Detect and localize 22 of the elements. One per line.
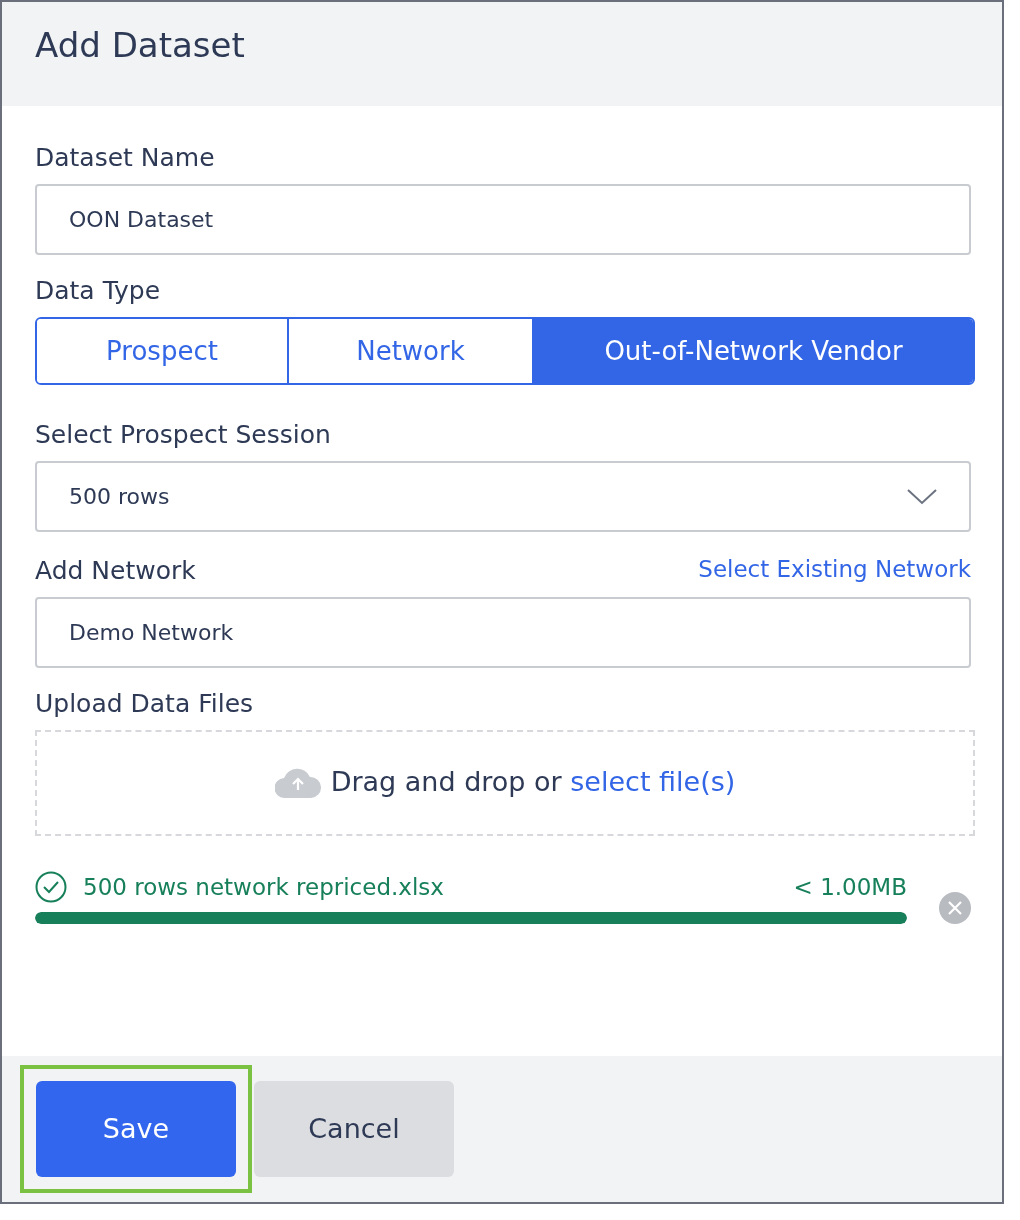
field-label: Upload Data Files — [35, 687, 255, 720]
cancel-button[interactable]: Cancel — [254, 1081, 454, 1177]
cloud-upload-icon — [274, 767, 321, 798]
file-name: 500 rows network repriced.xlsx — [83, 872, 444, 902]
select-files-link[interactable]: select file(s) — [570, 766, 736, 798]
drop-zone-prompt: Drag and drop or select file(s) — [330, 765, 736, 800]
field-label: Data Type — [35, 275, 162, 307]
segment-tab[interactable]: Out-of-Network Vendor — [532, 319, 973, 383]
field-label: Select Prospect Session — [35, 419, 332, 451]
remove-file-icon[interactable] — [939, 891, 971, 924]
dialog-title: Add Dataset — [35, 25, 245, 65]
check-circle-icon — [35, 870, 67, 903]
save-button[interactable]: Save — [36, 1081, 236, 1177]
field-label: Dataset Name — [35, 142, 216, 174]
chevron-down-icon — [907, 488, 937, 505]
select-dropdown[interactable]: 500 rows — [35, 461, 971, 532]
input-field[interactable]: OON Dataset — [35, 184, 971, 255]
drop-zone[interactable]: Drag and drop or select file(s) — [35, 729, 975, 836]
field-label: Add Network — [35, 554, 196, 587]
input-field[interactable]: Demo Network — [35, 596, 971, 668]
select-existing-link[interactable]: Select Existing Network — [698, 552, 971, 587]
file-size: < 1.00MB — [793, 872, 907, 902]
